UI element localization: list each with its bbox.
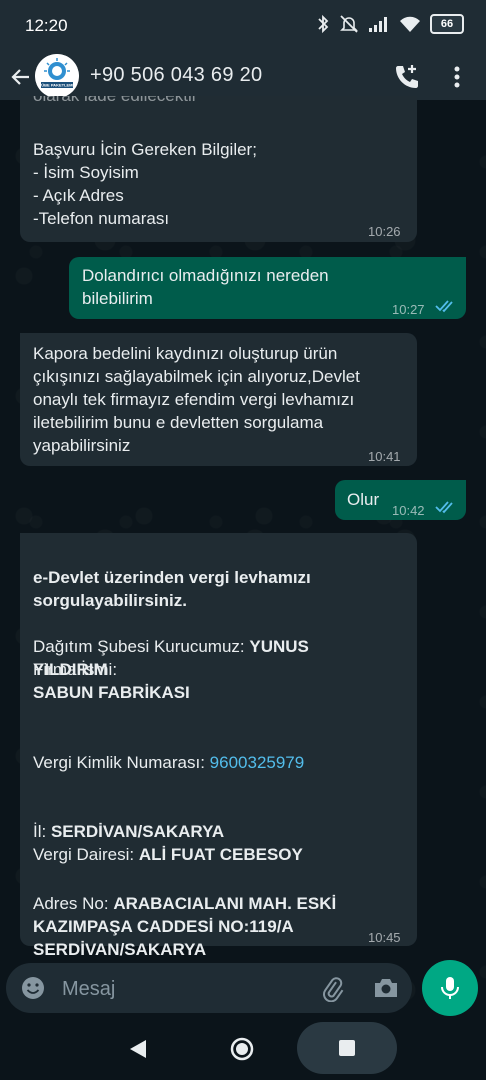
voice-message-button[interactable] — [422, 960, 478, 1016]
avatar-logo-icon: TÜBE PAKETLEME — [35, 54, 79, 98]
status-icons: 66 — [316, 14, 464, 34]
nav-recents-button[interactable] — [297, 1022, 397, 1074]
paperclip-icon — [323, 977, 344, 1003]
message-text: Dolandırıcı olmadığınızı nereden bilebil… — [82, 266, 329, 308]
chat-header: TÜBE PAKETLEME +90 506 043 69 20 — [0, 52, 486, 100]
tax-office-value: ALİ FUAT CEBESOY — [138, 845, 303, 864]
company-label: Firma İsmi: — [33, 660, 118, 679]
message-timestamp: 10:26 — [368, 224, 401, 239]
svg-text:TÜBE PAKETLEME: TÜBE PAKETLEME — [39, 83, 76, 88]
contact-avatar[interactable]: TÜBE PAKETLEME — [35, 54, 79, 98]
status-bar: 12:20 66 — [0, 0, 486, 52]
message-title: Başvuru İcin Gereken Bilgiler; — [33, 140, 257, 159]
system-navigation-bar — [0, 1020, 486, 1080]
back-button[interactable] — [6, 62, 36, 92]
add-call-button[interactable] — [392, 62, 422, 92]
message-line: -Telefon numarası — [33, 209, 170, 228]
message-composer — [6, 963, 412, 1013]
tax-office-label: Vergi Dairesi: — [33, 845, 139, 864]
battery-indicator: 66 — [430, 14, 464, 34]
message-partial-text: olarak iade edilecektir — [33, 96, 197, 107]
message-heading: e-Devlet üzerinden vergi levhamızı sorgu… — [33, 543, 405, 612]
square-recents-icon — [339, 1040, 355, 1056]
tax-id-row: Vergi Kimlik Numarası: 9600325979 — [33, 728, 304, 774]
more-options-button[interactable] — [446, 62, 468, 92]
heading-text: e-Devlet üzerinden vergi levhamızı sorgu… — [33, 568, 311, 610]
arrow-left-icon — [11, 69, 29, 85]
message-timestamp: 10:42 — [392, 503, 425, 518]
founder-label: Dağıtım Şubesi Kurucumuz: — [33, 637, 250, 656]
silent-bell-icon — [340, 15, 358, 33]
status-time: 12:20 — [25, 16, 68, 35]
emoji-icon — [22, 977, 44, 999]
triangle-back-icon — [130, 1040, 146, 1058]
wifi-icon — [400, 16, 420, 32]
nav-back-button[interactable] — [126, 1036, 152, 1062]
message-bubble-incoming[interactable]: e-Devlet üzerinden vergi levhamızı sorgu… — [20, 533, 417, 959]
message-text: Kapora bedelini kaydınızı oluşturup ürün… — [33, 344, 360, 455]
contact-name[interactable]: +90 506 043 69 20 — [90, 64, 262, 87]
read-ticks-icon — [435, 300, 453, 313]
signal-icon — [369, 17, 387, 32]
tax-id-link[interactable]: 9600325979 — [210, 753, 305, 772]
address-label: Adres No: — [33, 894, 114, 913]
more-vertical-icon — [454, 66, 460, 88]
circle-home-icon — [230, 1037, 254, 1061]
attach-button[interactable] — [318, 974, 346, 1003]
message-timestamp: 10:41 — [368, 449, 401, 464]
camera-button[interactable] — [372, 974, 400, 1002]
bluetooth-icon — [318, 14, 329, 34]
microphone-icon — [441, 977, 459, 999]
message-input[interactable] — [60, 973, 304, 1005]
message-timestamp: 10:27 — [392, 302, 425, 317]
message-bubble-incoming[interactable]: olarak iade edilecektir Başvuru İcin Ger… — [20, 96, 417, 242]
emoji-button[interactable] — [20, 975, 46, 1001]
message-line: - İsim Soyisim — [33, 163, 139, 182]
message-text: Olur — [347, 490, 380, 509]
message-bubble-outgoing[interactable]: Olur 10:42 — [335, 480, 466, 520]
message-bubble-incoming[interactable]: Kapora bedelini kaydınızı oluşturup ürün… — [20, 333, 417, 466]
address-row: Adres No: ARABACIALANI MAH. ESKİ KAZIMPA… — [33, 869, 378, 961]
tax-id-label: Vergi Kimlik Numarası: — [33, 753, 210, 772]
message-timestamp: 10:45 — [368, 930, 401, 945]
message-bubble-outgoing[interactable]: Dolandırıcı olmadığınızı nereden bilebil… — [69, 257, 466, 319]
company-value: SABUN FABRİKASI — [33, 683, 190, 702]
phone-plus-icon — [396, 65, 418, 88]
nav-home-button[interactable] — [229, 1036, 255, 1062]
tax-office-row: Vergi Dairesi: ALİ FUAT CEBESOY — [33, 820, 303, 866]
message-line: - Açık Adres — [33, 186, 124, 205]
camera-icon — [375, 979, 397, 997]
read-ticks-icon — [435, 501, 453, 514]
